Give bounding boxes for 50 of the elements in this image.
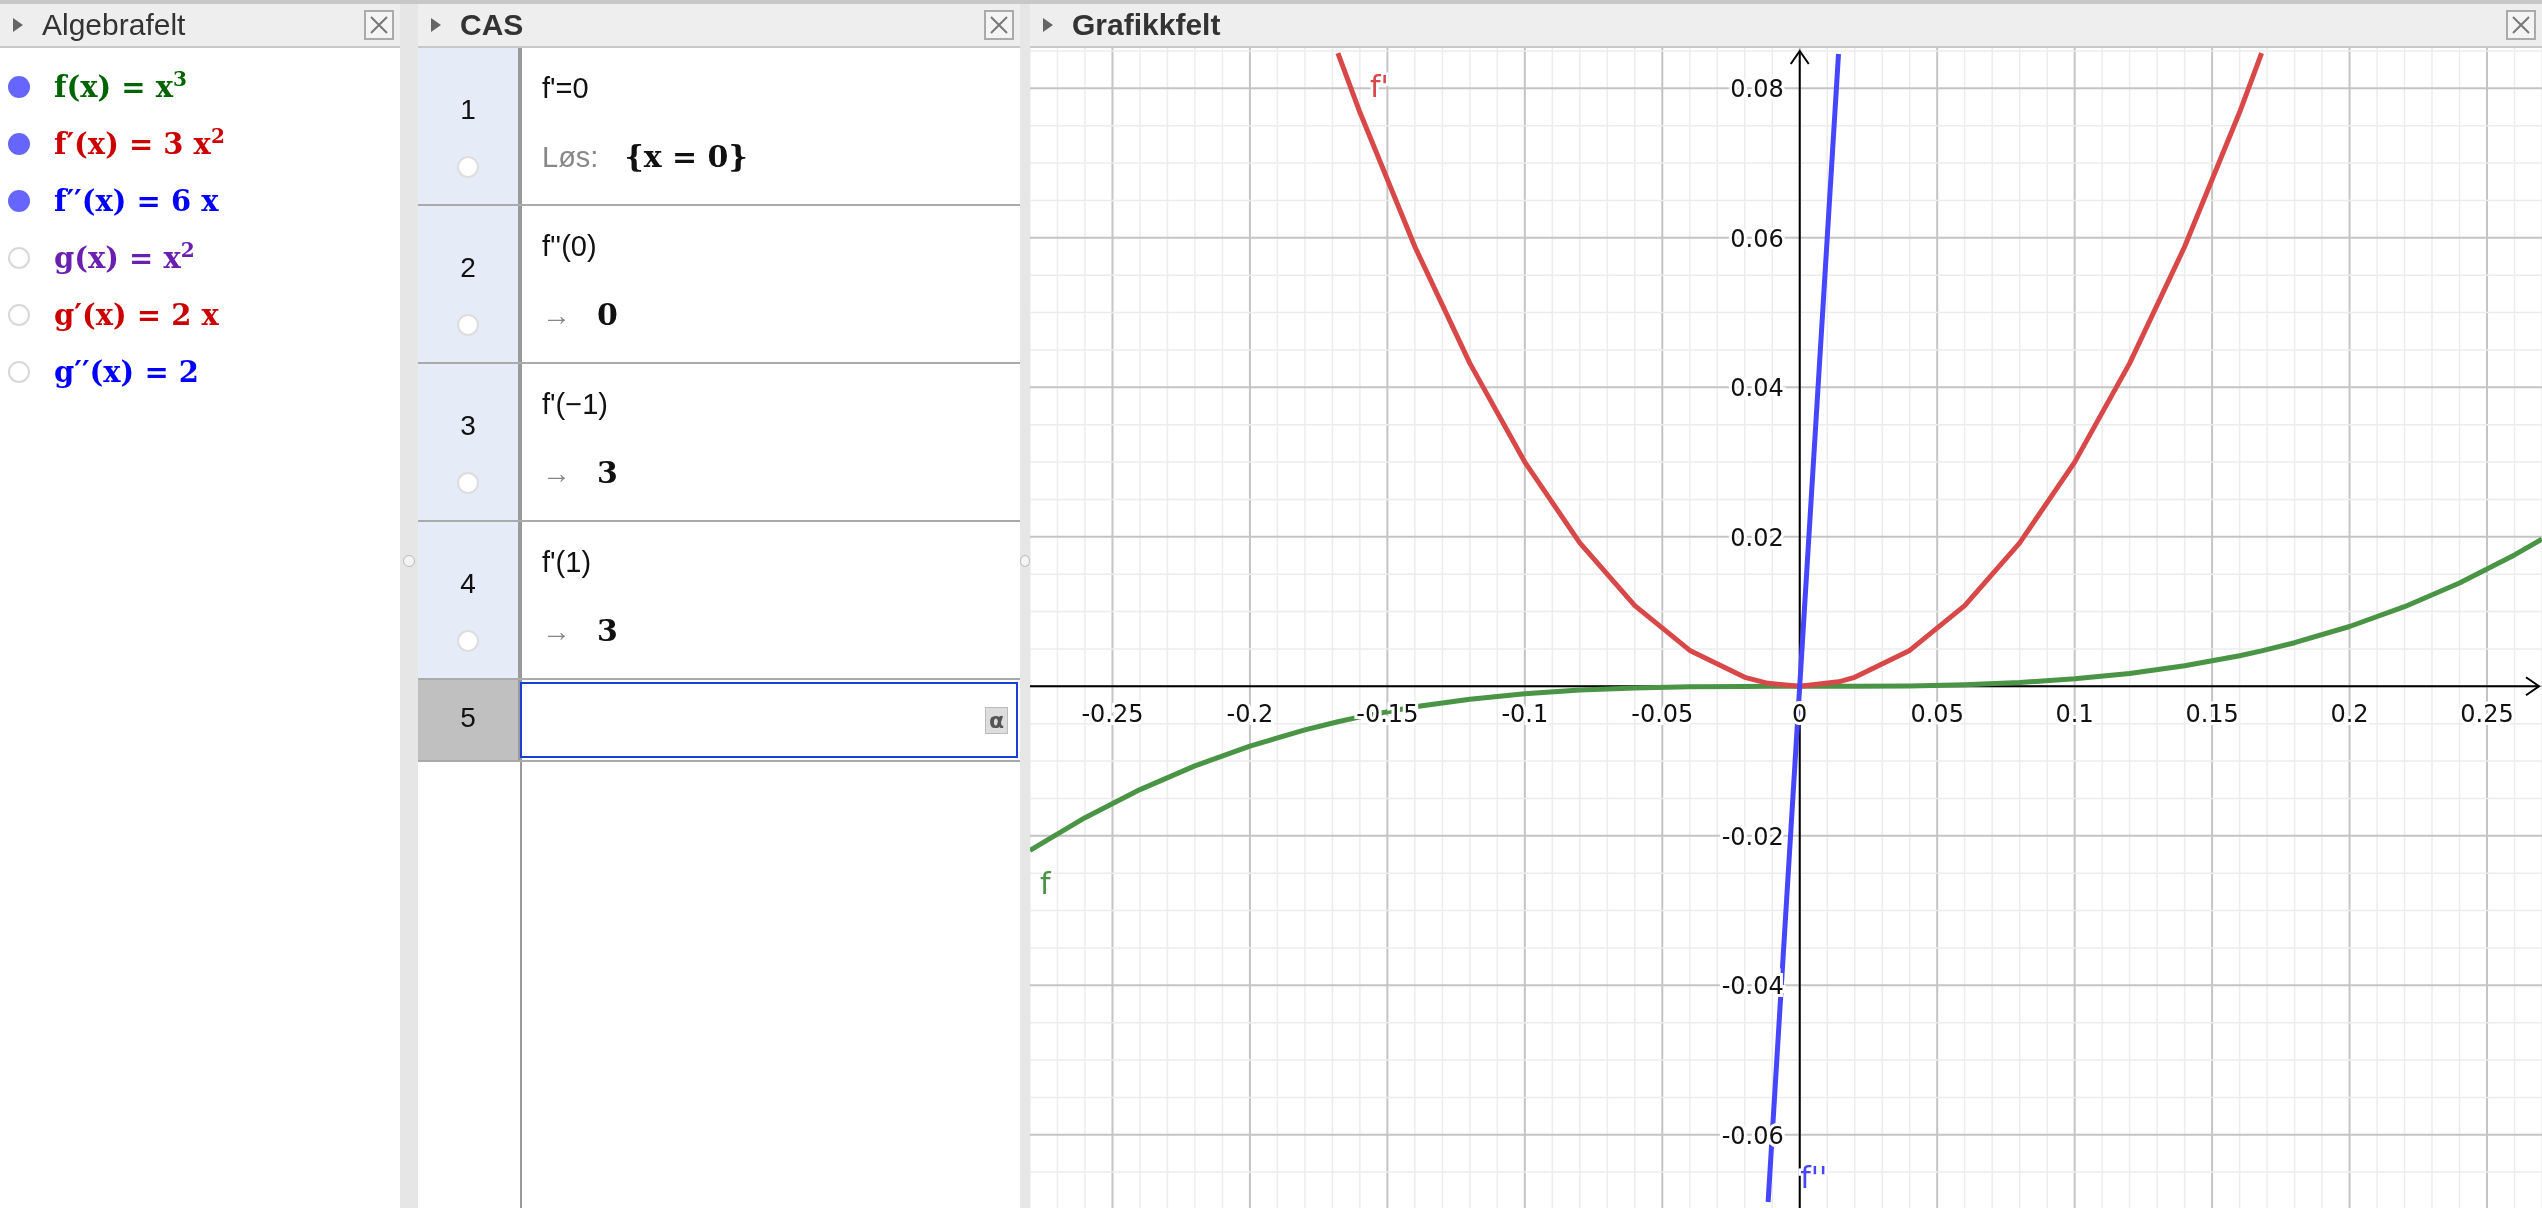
output-prefix: → [542,615,571,648]
axis-tick-label: -0.25 [1081,700,1144,729]
axis-tick-label: 0.08 [1730,75,1784,104]
input-field[interactable]: α [520,682,1018,758]
curve-label: f [1040,866,1051,902]
axis-tick-label: 0.25 [2460,700,2514,729]
function-formula[interactable]: g′′(x) = 2 [54,354,199,389]
row-number-cell[interactable]: 4 [418,522,520,678]
panel-title: Algebrafelt [42,8,187,42]
row-number: 2 [460,252,476,284]
axis-tick-label: 0.02 [1730,523,1784,552]
cas-output: 3 [597,613,618,648]
axis-tick-label: 0.05 [1910,700,1964,729]
row-number-cell[interactable]: 3 [418,364,520,520]
axis-tick-label: 0.06 [1730,224,1784,253]
axis-tick-label: 0.04 [1730,374,1784,403]
panel-title: Grafikkfelt [1072,8,1222,42]
function-formula[interactable]: g′(x) = 2 x [54,297,219,332]
axis-tick-label: 0.1 [2055,700,2094,729]
function-formula[interactable]: f′′(x) = 6 x [54,183,219,218]
axis-tick-label: -0.05 [1631,700,1694,729]
axis-tick-label: -0.2 [1226,700,1274,729]
row-number-cell[interactable]: 5 [418,680,520,760]
function-formula[interactable]: g(x) = x$^{2}$ [54,240,195,275]
row-number: 5 [460,702,476,734]
curve-label: f' [1369,69,1389,105]
cas-output: 3 [597,455,618,490]
output-prefix: → [542,457,571,490]
axis-tick-label: 0.2 [2330,700,2369,729]
function-formula[interactable]: f(x) = x$^{3}$ [54,69,187,104]
row-number-cell[interactable]: 1 [418,48,520,204]
curve-label: f'' [1800,1160,1828,1195]
function-formula[interactable]: f′(x) = 3 x$^{2}$ [54,126,225,161]
row-number: 3 [460,410,476,442]
panel-title: CAS [460,8,525,42]
cas-output: {x = 0} [624,139,748,174]
row-number-cell[interactable]: 2 [418,206,520,362]
output-prefix: → [542,299,571,332]
axis-tick-label: 0.15 [2185,700,2239,729]
row-number: 1 [460,94,476,126]
cas-input[interactable]: f'(1) [542,546,1020,579]
axis-tick-label: -0.02 [1721,822,1784,851]
cas-input[interactable]: f'(−1) [542,388,1020,421]
axis-tick-label: -0.1 [1501,700,1549,729]
cas-input[interactable]: f'=0 [542,72,1020,105]
symbol-button[interactable]: α [984,706,1008,734]
output-prefix: Løs: [542,141,599,174]
row-number: 4 [460,568,476,600]
cas-output: 0 [597,297,618,332]
cas-input[interactable]: f''(0) [542,230,1020,263]
